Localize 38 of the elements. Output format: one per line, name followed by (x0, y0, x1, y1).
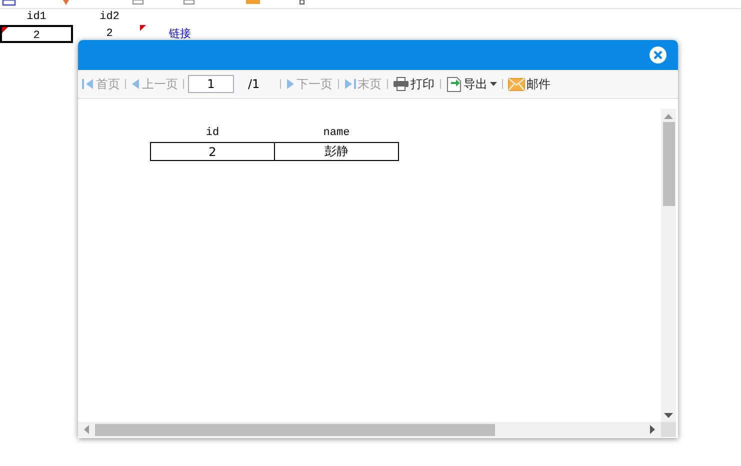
close-button[interactable] (649, 46, 667, 64)
mail-button[interactable]: 邮件 (506, 73, 552, 95)
column-header: id2 (98, 10, 120, 22)
page-total: /1 (248, 77, 260, 91)
printer-icon (392, 77, 409, 91)
export-button[interactable]: 导出 (444, 73, 498, 95)
column-header: id (150, 123, 274, 142)
vertical-scrollbar[interactable] (661, 109, 676, 422)
folder-icon[interactable] (246, 0, 260, 6)
last-page-icon (344, 78, 356, 90)
scroll-right-icon[interactable] (650, 425, 655, 434)
scroll-up-icon[interactable] (664, 114, 673, 119)
envelope-icon (508, 78, 525, 90)
column-header: name (274, 123, 398, 142)
page-number-field[interactable]: 1 (188, 75, 234, 93)
toolbar-icon[interactable] (299, 0, 305, 6)
triangle-left-icon (131, 78, 140, 90)
toolbar-icon[interactable] (183, 0, 195, 6)
horizontal-scrollbar[interactable] (78, 422, 661, 437)
close-icon (649, 46, 667, 64)
export-document-icon (446, 76, 462, 92)
table-cell[interactable]: 2 (0, 24, 73, 42)
table-cell: 彭静 (274, 142, 398, 160)
triangle-right-icon (286, 78, 295, 90)
link[interactable]: 链接 (169, 27, 191, 40)
scrollbar-thumb[interactable] (95, 424, 495, 436)
print-button[interactable]: 打印 (392, 73, 436, 95)
toolbar-icon[interactable] (132, 0, 144, 6)
table-cell: 2 (73, 24, 146, 42)
toolbar-icon[interactable] (2, 0, 16, 6)
scrollbar-thumb[interactable] (662, 122, 674, 206)
scroll-down-icon[interactable] (664, 413, 673, 418)
table-cell: 2 (150, 142, 274, 160)
scroll-left-icon[interactable] (84, 425, 89, 434)
first-page-icon (82, 78, 94, 90)
scrollbar-corner (661, 422, 676, 437)
column-header: id1 (26, 10, 48, 22)
caret-icon (490, 82, 497, 86)
